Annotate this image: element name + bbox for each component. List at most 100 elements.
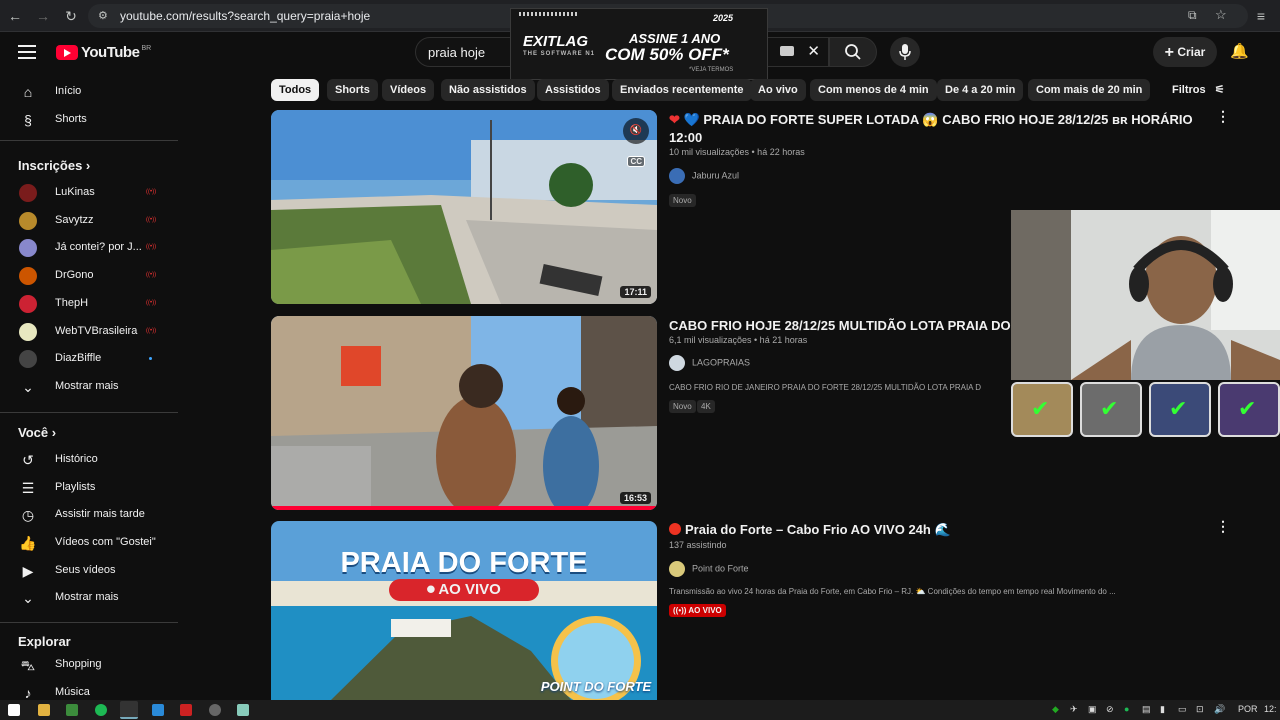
video-description: Transmissão ao vivo 24 horas da Praia do…: [669, 587, 1116, 596]
subscriptions-header[interactable]: Inscrições ›: [18, 158, 90, 173]
chip-3[interactable]: Não assistidos: [441, 79, 535, 101]
app-icon[interactable]: [209, 704, 221, 716]
network-icon[interactable]: ⊡: [1196, 704, 1204, 715]
file-explorer-icon[interactable]: [38, 704, 50, 716]
volume-icon[interactable]: 🔊: [1214, 704, 1225, 715]
clock[interactable]: 12:: [1264, 704, 1277, 714]
more-actions-icon[interactable]: ⋮: [1216, 518, 1230, 535]
new-content-dot: [149, 357, 152, 361]
video-thumbnail[interactable]: PRAIA DO FORTE ⏺ AO VIVO POINT DO FORTE: [271, 521, 657, 700]
live-record-icon: ⏺: [427, 581, 435, 598]
youtube-logo[interactable]: YouTube BR: [56, 44, 151, 61]
sidebar-item-label: Savytzz: [55, 213, 94, 226]
check-icon: ✔: [1031, 396, 1050, 421]
sidebar-item-shopping[interactable]: ⛍ Shopping: [0, 651, 180, 679]
subscription-item[interactable]: WebTVBrasileira ((•)): [0, 318, 180, 346]
chip-0[interactable]: Todos: [271, 79, 320, 101]
tray-icon[interactable]: ▣: [1088, 704, 1097, 715]
chip-6[interactable]: Ao vivo: [750, 79, 806, 101]
forward-icon[interactable]: →: [34, 7, 52, 25]
tray-icon[interactable]: ⊘: [1106, 704, 1114, 715]
channel-avatar: [669, 168, 685, 184]
game-item-thumb: ✔: [1080, 382, 1142, 437]
app-icon[interactable]: [152, 704, 164, 716]
you-header[interactable]: Você ›: [18, 425, 56, 440]
keyboard-icon[interactable]: [780, 46, 794, 56]
captions-icon[interactable]: CC: [627, 156, 645, 167]
sidebar-divider: [0, 622, 178, 623]
app-icon[interactable]: [237, 704, 249, 716]
chip-4[interactable]: Assistidos: [537, 79, 609, 101]
video-title[interactable]: Praia do Forte – Cabo Frio AO VIVO 24h 🌊: [669, 521, 951, 538]
tray-icon[interactable]: ✈: [1070, 704, 1078, 715]
language-indicator[interactable]: POR: [1238, 704, 1258, 714]
bookmark-star-icon[interactable]: ☆: [1215, 7, 1227, 23]
sidebar-divider: [0, 140, 178, 141]
site-info-icon[interactable]: ⚙: [98, 9, 108, 22]
chrome-icon[interactable]: [120, 701, 138, 719]
subscription-item[interactable]: ThepH ((•)): [0, 290, 180, 318]
video-title[interactable]: CABO FRIO HOJE 28/12/25 MULTIDÃO LOTA PR…: [669, 317, 1011, 334]
sidebar-item-watch-later[interactable]: ◷ Assistir mais tarde: [0, 501, 180, 529]
search-button[interactable]: [829, 37, 877, 67]
video-title[interactable]: ❤ 💙 PRAIA DO FORTE SUPER LOTADA 😱 CABO F…: [669, 111, 1193, 128]
exitlag-ad-banner[interactable]: 2025 EXITLAG THE SOFTWARE N1 ASSINE 1 ANO…: [510, 8, 768, 80]
video-thumbnail[interactable]: 🔇 CC 17:11: [271, 110, 657, 304]
sidebar-item-playlists[interactable]: ☰ Playlists: [0, 474, 180, 502]
voice-search-button[interactable]: [890, 37, 920, 67]
show-more-you[interactable]: Mostrar mais ⌄: [0, 584, 180, 612]
video-title-line2[interactable]: 12:00: [669, 129, 702, 146]
chip-2[interactable]: Vídeos: [382, 79, 435, 101]
channel-link[interactable]: Point do Forte: [669, 561, 749, 577]
check-icon: ✔: [1238, 396, 1257, 421]
mic-tray-icon[interactable]: ▮: [1160, 704, 1165, 715]
chip-9[interactable]: Com mais de 20 min: [1028, 79, 1151, 101]
tray-icon[interactable]: ▤: [1142, 704, 1151, 715]
subscription-item[interactable]: Já contei? por J... ((•)): [0, 234, 180, 262]
sidebar-item-shorts[interactable]: § Shorts: [0, 106, 180, 134]
app-icon[interactable]: [66, 704, 78, 716]
tray-spotify-icon[interactable]: ●: [1124, 704, 1129, 714]
thumbnail-live-pill: ⏺ AO VIVO: [389, 579, 539, 601]
sidebar-item-history[interactable]: ↺ Histórico: [0, 446, 180, 474]
menu-icon[interactable]: ≡: [1252, 7, 1270, 25]
filters-button[interactable]: Filtros ⚟: [1172, 83, 1225, 96]
back-icon[interactable]: ←: [6, 7, 24, 25]
sidebar-item-home[interactable]: ⌂ Início: [0, 78, 180, 106]
chip-7[interactable]: Com menos de 4 min: [810, 79, 937, 101]
chip-8[interactable]: De 4 a 20 min: [937, 79, 1024, 101]
subscription-item[interactable]: DrGono ((•)): [0, 262, 180, 290]
subscription-item[interactable]: Savytzz ((•)): [0, 207, 180, 235]
chip-5[interactable]: Enviados recentemente: [612, 79, 752, 101]
live-indicator-icon: ((•)): [146, 189, 157, 195]
shorts-icon: §: [24, 112, 32, 128]
spotify-icon[interactable]: [95, 704, 107, 716]
notifications-bell-icon[interactable]: 🔔: [1230, 42, 1249, 60]
video-duration: 17:11: [620, 286, 651, 298]
url-text: youtube.com/results?search_query=praia+h…: [120, 9, 371, 23]
sidebar-item-your-videos[interactable]: ▶ Seus vídeos: [0, 557, 180, 585]
chip-1[interactable]: Shorts: [327, 79, 378, 101]
app-icon[interactable]: [180, 704, 192, 716]
subscription-item[interactable]: DiazBiffle: [0, 345, 180, 373]
tray-icon[interactable]: ▭: [1178, 704, 1187, 715]
reload-icon[interactable]: ↻: [62, 7, 80, 25]
history-icon: ↺: [22, 452, 34, 468]
show-more-subscriptions[interactable]: Mostrar mais ⌄: [0, 373, 180, 401]
ad-logo: EXITLAG THE SOFTWARE N1: [523, 33, 596, 57]
sidebar-item-label: WebTVBrasileira: [55, 324, 138, 337]
start-icon[interactable]: [8, 704, 20, 716]
channel-link[interactable]: Jaburu Azul: [669, 168, 739, 184]
subscription-item[interactable]: LuKinas ((•)): [0, 179, 180, 207]
install-icon[interactable]: ⧉: [1188, 8, 1197, 23]
create-button[interactable]: + Criar: [1153, 37, 1217, 67]
more-actions-icon[interactable]: ⋮: [1216, 108, 1230, 125]
mute-icon[interactable]: 🔇: [623, 118, 649, 144]
sidebar-item-label: LuKinas: [55, 186, 95, 198]
clear-search-icon[interactable]: ✕: [807, 42, 820, 60]
sidebar-item-like[interactable]: 👍 Vídeos com "Gostei": [0, 529, 180, 557]
video-thumbnail[interactable]: 16:53: [271, 316, 657, 510]
channel-link[interactable]: LAGOPRAIAS: [669, 355, 750, 371]
guide-menu-icon[interactable]: [18, 45, 36, 59]
tray-icon[interactable]: ◆: [1052, 704, 1059, 715]
